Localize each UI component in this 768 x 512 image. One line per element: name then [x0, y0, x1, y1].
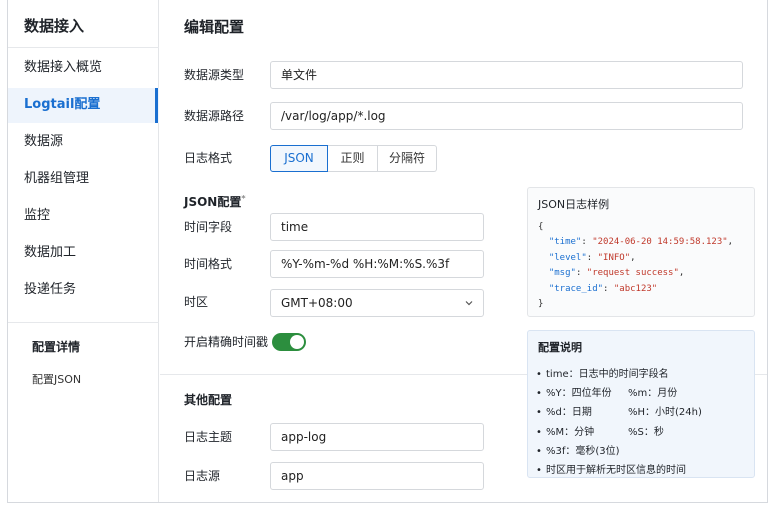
required-marker: * [241, 194, 246, 203]
code-key: "msg" [548, 268, 576, 279]
other-section-title: 其他配置 [184, 393, 233, 407]
page-title: 编辑配置 [184, 18, 245, 36]
code-value: "INFO" [597, 252, 631, 263]
code-key: "trace_id" [548, 283, 604, 294]
sidebar-item-delivery-tasks[interactable]: 投递任务 [24, 280, 76, 300]
time-field-label: 时间字段 [184, 220, 233, 234]
list-item: %M：分钟%S：秒 [536, 423, 686, 442]
sidebar-divider [8, 47, 159, 48]
log-source-input[interactable]: app [270, 462, 484, 490]
sidebar-item-overview[interactable]: 数据接入概览 [24, 58, 102, 78]
sidebar-item-datasource[interactable]: 数据源 [24, 132, 63, 152]
sidebar-section-title: 配置详情 [32, 340, 81, 354]
list-item: time：日志中的时间字段名 [536, 365, 686, 384]
json-sample-title: JSON日志样例 [538, 198, 610, 211]
code-value: "request success" [586, 268, 679, 279]
time-field-input[interactable]: time [270, 213, 484, 241]
log-format-option-delimiter[interactable]: 分隔符 [378, 145, 437, 172]
source-type-label: 数据源类型 [184, 68, 245, 82]
precise-time-label: 开启精确时间戳 [184, 335, 269, 349]
list-item: %d：日期%H：小时(24h) [536, 403, 702, 422]
code-value: "2024-06-20 14:59:58.123" [592, 237, 728, 248]
sidebar-item-config-json[interactable]: 配置JSON [32, 371, 81, 387]
chevron-down-icon [465, 301, 473, 306]
json-sample-code: { "time": "2024-06-20 14:59:58.123", "le… [538, 222, 734, 310]
source-path-field[interactable]: /var/log/app/*.log [270, 102, 743, 130]
log-source-label: 日志源 [184, 469, 221, 483]
sidebar-item-machine-groups[interactable]: 机器组管理 [24, 169, 89, 189]
config-explanation-panel: 配置说明 time：日志中的时间字段名 %Y：四位年份%m：月份 %d：日期%H… [527, 330, 755, 480]
code-key: "level" [548, 252, 587, 263]
json-section-title: JSON配置* [184, 194, 246, 209]
precise-time-toggle[interactable] [272, 333, 306, 351]
sidebar-item-monitoring[interactable]: 监控 [24, 206, 50, 226]
config-explanation-list: time：日志中的时间字段名 %Y：四位年份%m：月份 %d：日期%H：小时(2… [536, 365, 702, 480]
sidebar-title: 数据接入 [24, 17, 85, 35]
app-frame: 数据接入 数据接入概览 Logtail配置 数据源 机器组管理 监控 数据加工 … [7, 0, 768, 503]
sidebar: 数据接入 数据接入概览 Logtail配置 数据源 机器组管理 监控 数据加工 … [8, 0, 159, 502]
config-explanation-title: 配置说明 [538, 341, 582, 354]
timezone-select[interactable]: GMT+08:00 [270, 289, 484, 317]
log-topic-input[interactable]: app-log [270, 423, 484, 451]
code-sep: , [678, 268, 685, 279]
toggle-knob [290, 335, 304, 349]
list-item: %3f：毫秒(3位) [536, 442, 686, 461]
sidebar-item-data-processing[interactable]: 数据加工 [24, 243, 76, 263]
code-key: "time" [548, 237, 582, 248]
json-sample-panel: JSON日志样例 { "time": "2024-06-20 14:59:58.… [527, 187, 755, 317]
main-content: 编辑配置 数据源类型 单文件 数据源路径 /var/log/app/*.log … [160, 0, 767, 502]
time-format-input[interactable]: %Y-%m-%d %H:%M:%S.%3f [270, 250, 484, 278]
log-format-label: 日志格式 [184, 151, 233, 165]
source-path-label: 数据源路径 [184, 109, 245, 123]
code-close-brace: } [538, 299, 544, 310]
log-format-segmented-control: JSON 正则 分隔符 [270, 145, 437, 172]
list-item: %Y：四位年份%m：月份 [536, 384, 686, 403]
code-value: "abc123" [613, 283, 658, 294]
timezone-value: GMT+08:00 [281, 296, 353, 310]
source-type-field[interactable]: 单文件 [270, 61, 743, 89]
log-topic-label: 日志主题 [184, 430, 233, 444]
list-item: 时区用于解析无时区信息的时间 [536, 461, 686, 480]
code-sep: , [727, 237, 734, 248]
sidebar-active-indicator [155, 88, 158, 123]
code-open-brace: { [538, 222, 544, 232]
log-format-option-json[interactable]: JSON [270, 145, 328, 172]
timezone-label: 时区 [184, 295, 209, 309]
sidebar-divider [8, 322, 159, 323]
code-sep: , [630, 252, 636, 263]
time-format-label: 时间格式 [184, 257, 233, 271]
log-format-option-regex[interactable]: 正则 [328, 145, 378, 172]
sidebar-item-logtail-config[interactable]: Logtail配置 [24, 95, 100, 115]
